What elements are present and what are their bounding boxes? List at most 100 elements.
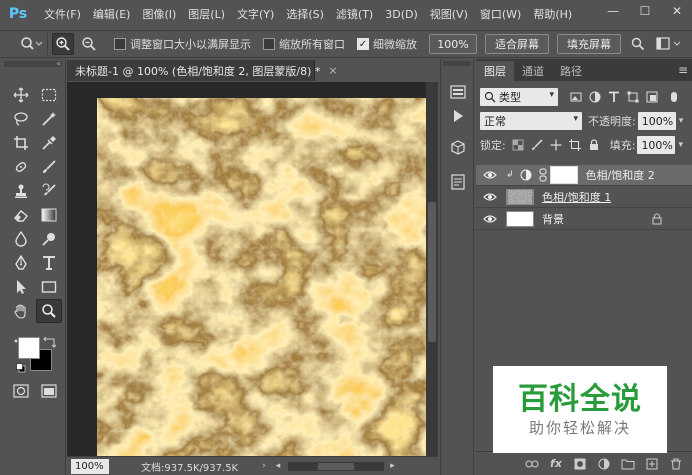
lasso-tool[interactable]: [8, 107, 34, 131]
workspace-switcher[interactable]: [655, 33, 685, 55]
screen-mode-button[interactable]: [36, 379, 62, 403]
blur-tool[interactable]: [8, 227, 34, 251]
opacity-field[interactable]: 100%: [637, 112, 676, 130]
menu-edit[interactable]: 编辑(E): [87, 6, 137, 22]
tab-layers[interactable]: 图层: [476, 61, 514, 81]
zoom-out-button[interactable]: [78, 33, 100, 55]
filter-pixel-button[interactable]: [568, 89, 584, 105]
foreground-color-swatch[interactable]: [18, 337, 40, 359]
scrollbar-thumb[interactable]: [318, 462, 355, 470]
new-group-button[interactable]: [618, 455, 638, 473]
history-panel-button[interactable]: [447, 81, 469, 103]
scroll-left-icon[interactable]: ◂: [276, 461, 281, 471]
scroll-right-icon[interactable]: ▸: [390, 461, 395, 471]
tool-preset-picker[interactable]: [14, 33, 48, 55]
document-tab[interactable]: 未标题-1 @ 100% (色相/饱和度 2, 图层蒙版/8) * ×: [67, 60, 338, 81]
move-tool[interactable]: [8, 83, 34, 107]
fit-screen-button[interactable]: 适合屏幕: [485, 34, 549, 54]
zoom-all-windows-checkbox[interactable]: 缩放所有窗口: [263, 36, 345, 52]
path-selection-tool[interactable]: [8, 275, 34, 299]
close-button[interactable]: ✕: [666, 0, 688, 22]
properties-panel-button[interactable]: [447, 171, 469, 193]
menu-type[interactable]: 文字(Y): [231, 6, 280, 22]
menu-file[interactable]: 文件(F): [38, 6, 87, 22]
libraries-panel-button[interactable]: [447, 137, 469, 159]
tab-channels[interactable]: 通道: [514, 61, 552, 81]
filter-adjustment-button[interactable]: [587, 89, 603, 105]
menu-3d[interactable]: 3D(D): [379, 8, 424, 21]
vertical-scrollbar[interactable]: [426, 82, 438, 456]
pen-tool[interactable]: [8, 251, 34, 275]
lock-pixels-button[interactable]: [529, 137, 545, 153]
fill-field[interactable]: 100%: [637, 136, 676, 154]
quick-selection-tool[interactable]: [36, 107, 62, 131]
new-adjustment-layer-button[interactable]: [594, 455, 614, 473]
eraser-tool[interactable]: [8, 203, 34, 227]
menu-view[interactable]: 视图(V): [424, 6, 474, 22]
clone-stamp-tool[interactable]: [8, 179, 34, 203]
actions-panel-button[interactable]: [447, 105, 469, 127]
close-document-icon[interactable]: ×: [328, 64, 337, 77]
zoom-in-button[interactable]: [52, 33, 74, 55]
horizontal-scrollbar[interactable]: [288, 461, 385, 471]
layer-row[interactable]: ↲ 色相/饱和度 2: [476, 165, 692, 186]
scrollbar-thumb[interactable]: [428, 202, 436, 342]
zoom-level-field[interactable]: 100%: [71, 458, 109, 474]
layer-filter-select[interactable]: 类型 ▾: [480, 88, 558, 106]
document-canvas[interactable]: [97, 98, 427, 458]
dodge-tool[interactable]: [36, 227, 62, 251]
link-layers-button[interactable]: [522, 455, 542, 473]
collapse-arrows-icon[interactable]: «: [56, 59, 61, 68]
chain-link-icon[interactable]: [538, 168, 548, 182]
layer-mask-thumbnail[interactable]: [549, 166, 578, 184]
zoom-100-button[interactable]: 100%: [429, 34, 477, 54]
menu-layer[interactable]: 图层(L): [182, 6, 231, 22]
add-mask-button[interactable]: [570, 455, 590, 473]
menu-select[interactable]: 选择(S): [280, 6, 330, 22]
default-colors-icon[interactable]: [16, 363, 26, 373]
panel-menu-icon[interactable]: ≡: [678, 63, 688, 77]
gradient-tool[interactable]: [36, 203, 62, 227]
visibility-toggle[interactable]: [480, 187, 500, 207]
brush-tool[interactable]: [36, 155, 62, 179]
swap-colors-icon[interactable]: [42, 336, 57, 349]
fill-screen-button[interactable]: 填充屏幕: [557, 34, 621, 54]
new-layer-button[interactable]: [642, 455, 662, 473]
menu-image[interactable]: 图像(I): [136, 6, 182, 22]
tab-paths[interactable]: 路径: [552, 61, 590, 81]
search-button[interactable]: [627, 33, 649, 55]
scrubby-zoom-checkbox[interactable]: ✓ 细微缩放: [357, 36, 417, 52]
layer-row[interactable]: 色相/饱和度 1: [476, 187, 692, 208]
add-layer-style-button[interactable]: fx: [546, 455, 566, 473]
visibility-toggle[interactable]: [480, 209, 500, 229]
eyedropper-tool[interactable]: [36, 131, 62, 155]
lock-position-button[interactable]: [548, 137, 564, 153]
lock-all-button[interactable]: [586, 137, 602, 153]
lock-transparent-button[interactable]: [510, 137, 526, 153]
fill-slider-arrow-icon[interactable]: ▾: [678, 140, 683, 150]
canvas-area[interactable]: [67, 82, 438, 458]
history-brush-tool[interactable]: [36, 179, 62, 203]
blend-mode-select[interactable]: 正常 ▾: [480, 112, 582, 130]
marquee-tool[interactable]: [36, 83, 62, 107]
lock-artboard-button[interactable]: [567, 137, 583, 153]
minimize-button[interactable]: —: [602, 0, 624, 22]
delete-layer-button[interactable]: [666, 455, 686, 473]
quick-mask-button[interactable]: [8, 379, 34, 403]
filter-smart-object-button[interactable]: [644, 89, 660, 105]
healing-brush-tool[interactable]: [8, 155, 34, 179]
opacity-slider-arrow-icon[interactable]: ▾: [679, 116, 684, 126]
type-tool[interactable]: [36, 251, 62, 275]
hand-tool[interactable]: [8, 299, 34, 323]
filter-shape-button[interactable]: [625, 89, 641, 105]
resize-windows-checkbox[interactable]: 调整窗口大小以满屏显示: [114, 36, 251, 52]
status-menu-arrow-icon[interactable]: ›: [262, 461, 266, 471]
zoom-tool[interactable]: [36, 299, 62, 323]
layer-row[interactable]: 背景: [476, 209, 692, 230]
visibility-toggle[interactable]: [480, 165, 500, 185]
filter-toggle-button[interactable]: [666, 89, 682, 105]
menu-help[interactable]: 帮助(H): [527, 6, 578, 22]
crop-tool[interactable]: [8, 131, 34, 155]
rectangle-tool[interactable]: [36, 275, 62, 299]
menu-window[interactable]: 窗口(W): [474, 6, 527, 22]
